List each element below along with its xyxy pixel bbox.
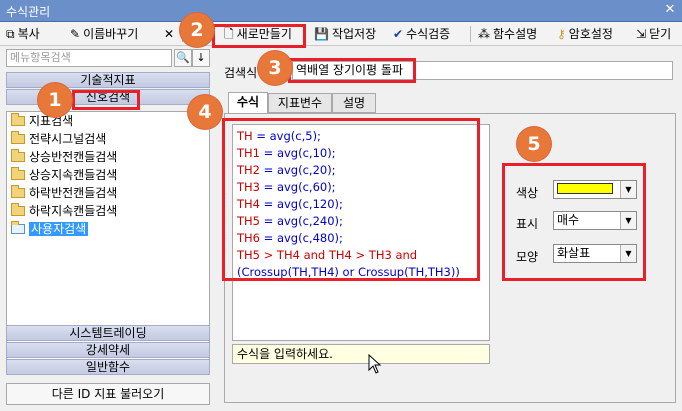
annotation-badge-3: 3 [258,51,292,85]
tab-description[interactable]: 설명 [332,93,376,113]
folder-icon [11,131,25,144]
close-label: 닫기 [649,27,672,41]
formula-hint: 수식을 입력하세요. [232,344,490,364]
tree-item-strategy-signal[interactable]: 전략시그널검색 [11,131,106,148]
rename-label: 이름바꾸기 [83,27,139,41]
close-button[interactable]: ⇲ 닫기 [636,25,671,43]
toolbar-divider [470,26,471,42]
window-title: 수식관리 [6,5,51,19]
password-button[interactable]: ⚷ 암호설정 [557,25,613,43]
folder-icon [11,167,25,180]
load-other-id-button[interactable]: 다른 ID 지표 불러오기 [6,383,210,405]
magic-wand-icon: ⁂ [478,27,490,41]
tree-item-label: 상승반전캔들검색 [29,150,118,164]
category-technical-indicators[interactable]: 기술적지표 [6,72,210,88]
tree-item-bearish-reversal[interactable]: 하락반전캔들검색 [11,185,117,202]
annotation-badge-1: 1 [38,83,72,117]
exit-icon: ⇲ [636,27,647,41]
folder-icon [11,185,25,198]
annotation-box-4 [222,118,480,281]
save-button[interactable]: 💾 작업저장 [314,25,376,43]
close-window-icon[interactable]: ✕ [662,2,678,18]
tree-item-label: 하락지속캔들검색 [29,204,118,218]
verify-label: 수식검증 [406,27,451,41]
title-bar: 수식관리 ✕ [0,0,682,22]
mouse-cursor-icon [368,354,382,374]
copy-label: 복사 [17,27,40,41]
category-strength-weakness[interactable]: 강세약세 [6,342,210,358]
menu-search-input[interactable]: 메뉴항목검색 [6,49,172,67]
rename-icon: ✎ [70,27,81,41]
category-system-trading[interactable]: 시스템트레이딩 [6,325,210,341]
function-help-label: 함수설명 [493,27,538,41]
checkmark-icon: ✔ [393,27,404,41]
delete-icon: ✕ [164,27,175,41]
category-general-functions[interactable]: 일반함수 [6,359,210,375]
search-icon[interactable]: 🔍 [174,49,192,67]
folder-icon [11,203,25,216]
rename-button[interactable]: ✎ 이름바꾸기 [70,25,138,43]
delete-button[interactable]: ✕ [164,25,174,43]
formula-name-label: 검색식 [224,66,258,80]
annotation-badge-2: 2 [180,13,214,47]
annotation-box-3 [288,58,416,83]
annotation-badge-5: 5 [517,127,551,161]
password-label: 암호설정 [568,27,613,41]
annotation-box-1 [72,90,140,110]
tab-indicator-variables[interactable]: 지표변수 [268,93,332,113]
annotation-badge-4: 4 [188,95,222,129]
save-icon: 💾 [314,27,329,41]
tree-item-label: 전략시그널검색 [29,132,107,146]
key-icon: ⚷ [557,27,566,41]
folder-icon [11,149,25,162]
tree-item-bullish-continuation[interactable]: 상승지속캔들검색 [11,167,117,184]
arrow-down-icon[interactable]: ↓ [192,49,210,67]
tree-item-label: 상승지속캔들검색 [29,168,118,182]
copy-button[interactable]: ⧉ 복사 [6,25,40,43]
tree-item-bullish-reversal[interactable]: 상승반전캔들검색 [11,149,117,166]
toolbar: ⧉ 복사 ✎ 이름바꾸기 ✕ 🗋 새로만들기 💾 작업저장 ✔ 수식검증 ⁂ 함수설명 ⚷ 암… [0,22,682,46]
tree-item-user-search[interactable]: 사용자검색 [11,221,89,238]
annotation-box-5 [502,163,646,281]
function-help-button[interactable]: ⁂ 함수설명 [478,25,537,43]
tree-item-label-selected: 사용자검색 [29,222,89,236]
tab-formula[interactable]: 수식 [228,92,268,114]
annotation-box-2 [212,24,306,48]
save-label: 작업저장 [331,27,377,41]
open-folder-icon [11,221,25,234]
verify-button[interactable]: ✔ 수식검증 [393,25,450,43]
tree-item-bearish-continuation[interactable]: 하락지속캔들검색 [11,203,117,220]
copy-icon: ⧉ [6,27,15,41]
tree-item-label: 하락반전캔들검색 [29,186,118,200]
folder-icon [11,113,25,126]
tree-item-indicator-search[interactable]: 지표검색 [11,113,73,130]
